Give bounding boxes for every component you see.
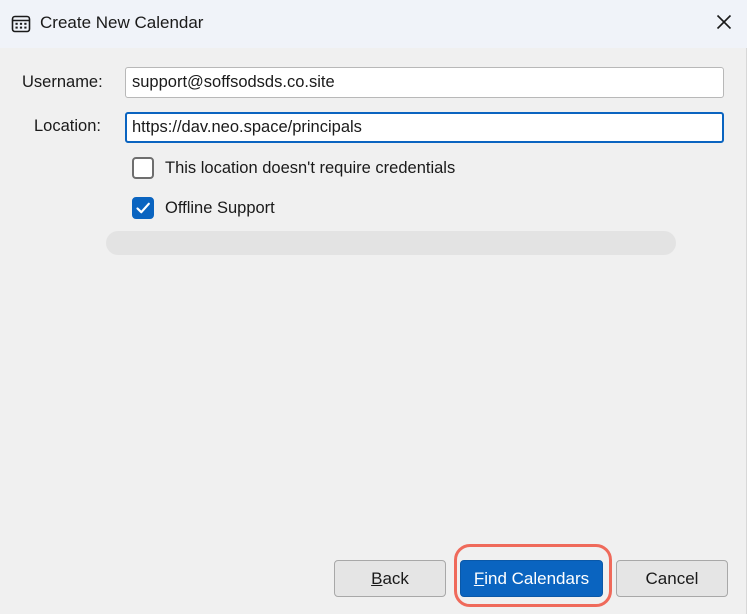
dialog-title: Create New Calendar: [40, 13, 204, 32]
find-calendars-label: ind Calendars: [484, 568, 590, 588]
cancel-button[interactable]: Cancel: [616, 560, 728, 597]
create-calendar-dialog: Create New Calendar Username: Location: …: [0, 0, 747, 614]
username-input[interactable]: [125, 67, 724, 98]
progress-bar: [106, 231, 676, 255]
calendar-icon: [11, 14, 31, 34]
location-input[interactable]: [125, 112, 724, 143]
offline-support-label: Offline Support: [165, 198, 275, 217]
checkbox-unchecked-icon: [132, 157, 154, 179]
close-button[interactable]: [701, 0, 747, 48]
title-bar: Create New Calendar: [0, 0, 747, 48]
checkmark-icon: [132, 197, 154, 219]
close-icon: [716, 14, 732, 35]
find-calendars-mnemonic: F: [473, 568, 485, 588]
back-button[interactable]: Back: [334, 560, 446, 597]
username-label: Username:: [22, 73, 103, 91]
find-calendars-button[interactable]: Find Calendars: [460, 560, 603, 597]
location-label: Location:: [34, 117, 101, 135]
back-mnemonic: B: [371, 568, 383, 588]
back-label: ack: [382, 568, 409, 588]
offline-support-checkbox[interactable]: Offline Support: [132, 197, 275, 219]
no-credentials-checkbox[interactable]: This location doesn't require credential…: [132, 157, 455, 179]
no-credentials-label: This location doesn't require credential…: [165, 158, 456, 177]
